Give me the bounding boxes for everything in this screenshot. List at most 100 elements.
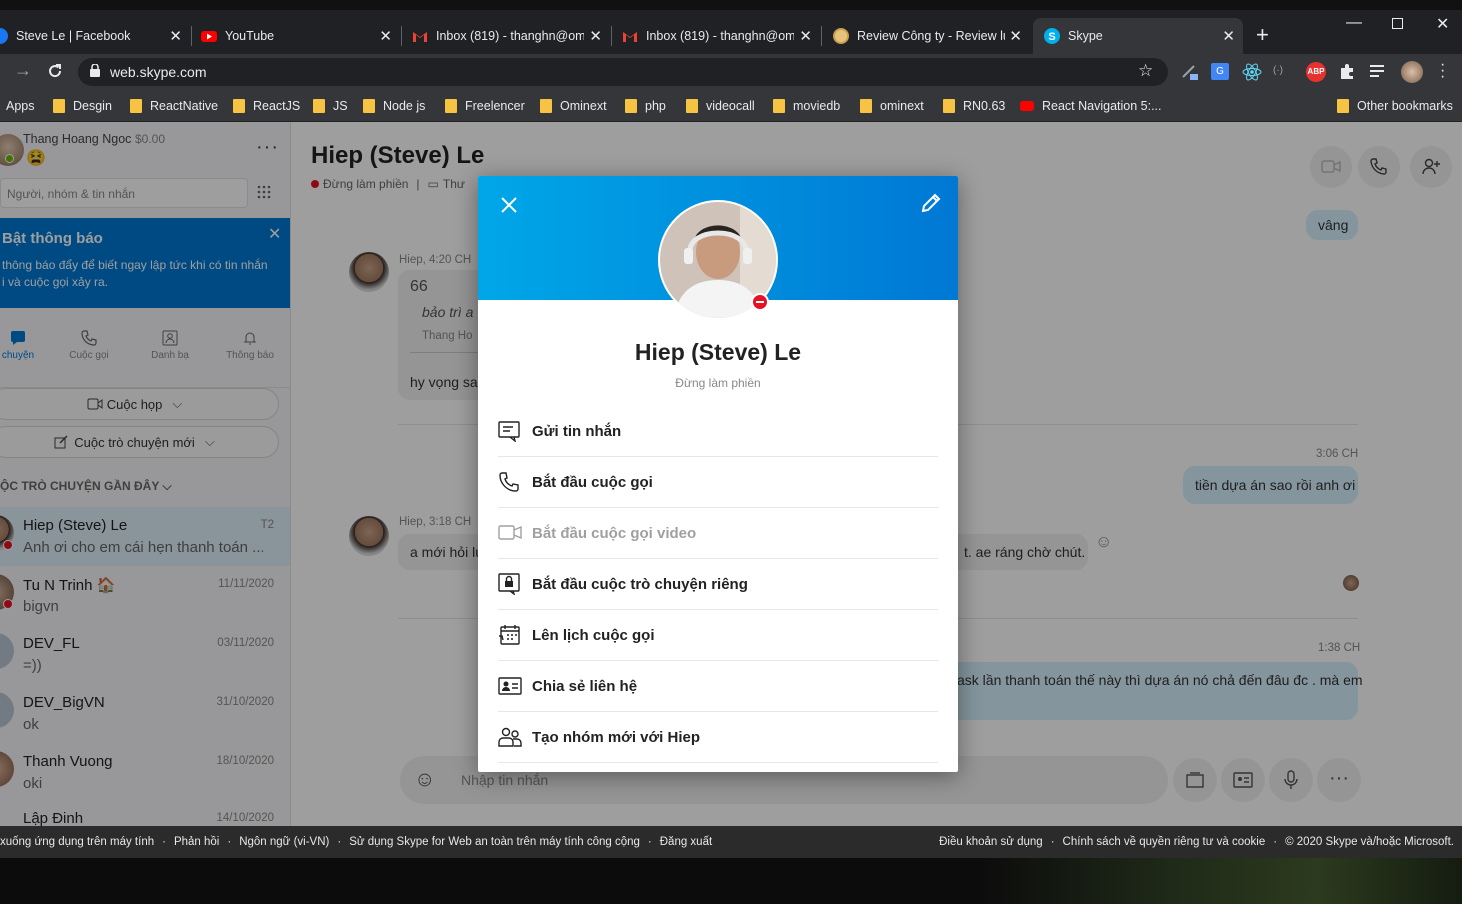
bookmark-label: JS: [333, 99, 348, 113]
minimize-icon[interactable]: —: [1346, 14, 1362, 32]
facebook-icon: [0, 28, 8, 44]
youtube-icon: [201, 28, 217, 44]
extensions-puzzle-icon[interactable]: [1338, 62, 1356, 80]
bookmark-folder[interactable]: videocall: [686, 96, 755, 116]
bookmark-label: Desgin: [73, 99, 112, 113]
dnd-status-icon: [751, 293, 769, 311]
footer-link[interactable]: Sử dụng Skype for Web an toàn trên máy t…: [349, 836, 640, 848]
bookmark-label: Apps: [6, 99, 35, 113]
translate-icon[interactable]: G: [1211, 63, 1229, 80]
new-tab-icon[interactable]: +: [1256, 24, 1269, 46]
bookmark-label: moviedb: [793, 99, 841, 113]
bookmark-label: videocall: [706, 99, 755, 113]
footer-link[interactable]: Ngôn ngữ (vi-VN): [239, 836, 329, 848]
close-tab-icon[interactable]: ✕: [1009, 27, 1022, 45]
forward-icon[interactable]: →: [14, 60, 32, 81]
bookmark-label: php: [645, 99, 666, 113]
footer-dot: ·: [1050, 836, 1055, 848]
close-tab-icon[interactable]: ✕: [589, 27, 602, 45]
close-tab-icon[interactable]: ✕: [799, 27, 812, 45]
bookmark-label: ReactNative: [150, 99, 219, 113]
close-window-icon[interactable]: ✕: [1436, 14, 1449, 34]
bookmark-label: Ominext: [560, 99, 607, 113]
footer-dot: ·: [647, 836, 652, 848]
close-tab-icon[interactable]: ✕: [1222, 27, 1235, 45]
url-field[interactable]: web.skype.com ☆: [78, 58, 1168, 86]
bookmark-apps[interactable]: Apps: [6, 96, 35, 116]
bookmark-folder[interactable]: ominext: [860, 96, 924, 116]
close-tab-icon[interactable]: ✕: [379, 27, 392, 45]
group-icon: [498, 725, 532, 749]
footer-link[interactable]: Đăng xuất: [660, 836, 712, 848]
bookmark-folder[interactable]: ReactJS: [233, 96, 300, 116]
action-label: Gửi tin nhắn: [532, 422, 622, 440]
bookmark-folder[interactable]: php: [625, 96, 666, 116]
folder-icon: [860, 99, 872, 113]
footer-link[interactable]: Chính sách về quyền riêng tư và cookie: [1063, 836, 1266, 848]
bookmark-react-navigation[interactable]: React Navigation 5:...: [1020, 96, 1162, 116]
bookmark-folder[interactable]: Desgin: [53, 96, 112, 116]
bookmark-label: Node js: [383, 99, 426, 113]
profile-avatar[interactable]: [1401, 61, 1423, 83]
gmail-icon: [412, 28, 428, 44]
tab-gmail-2[interactable]: Inbox (819) - thanghn@om ✕: [612, 18, 820, 54]
folder-icon: [313, 99, 325, 113]
tab-facebook[interactable]: Steve Le | Facebook ✕: [0, 18, 190, 54]
folder-icon: [363, 99, 375, 113]
message-icon: [498, 419, 532, 443]
tab-gmail-1[interactable]: Inbox (819) - thanghn@om ✕: [402, 18, 610, 54]
url-text: web.skype.com: [110, 64, 207, 80]
bookmark-folder[interactable]: ReactNative: [130, 96, 218, 116]
other-bookmarks[interactable]: Other bookmarks: [1337, 96, 1453, 116]
action-label: Lên lịch cuộc gọi: [532, 626, 655, 644]
footer-copyright: © 2020 Skype và/hoặc Microsoft.: [1285, 836, 1454, 848]
send-message-action[interactable]: Gửi tin nhắn: [498, 406, 938, 457]
bookmark-folder[interactable]: Ominext: [540, 96, 607, 116]
bookmark-label: ReactJS: [253, 99, 301, 113]
private-chat-action[interactable]: Bắt đầu cuộc trò chuyện riêng: [498, 559, 938, 610]
share-contact-action[interactable]: Chia sẻ liên hệ: [498, 661, 938, 712]
footer-link[interactable]: xuống ứng dụng trên máy tính: [0, 836, 154, 848]
folder-icon: [773, 99, 785, 113]
bookmark-folder[interactable]: RN0.63: [943, 96, 1005, 116]
folder-icon: [53, 99, 65, 113]
tab-youtube[interactable]: YouTube ✕: [192, 18, 400, 54]
tab-review[interactable]: Review Công ty - Review lư ✕: [822, 18, 1030, 54]
svg-text:S: S: [1048, 31, 1055, 43]
folder-icon: [130, 99, 142, 113]
bookmark-folder[interactable]: JS: [313, 96, 348, 116]
close-tab-icon[interactable]: ✕: [169, 27, 182, 45]
action-label: Bắt đầu cuộc gọi: [532, 473, 653, 491]
bookmark-folder[interactable]: Freelencer: [445, 96, 525, 116]
edit-pencil-icon[interactable]: [920, 192, 942, 214]
extension-cast-icon[interactable]: [1180, 62, 1200, 82]
folder-icon: [686, 99, 698, 113]
create-group-action[interactable]: Tạo nhóm mới với Hiep: [498, 712, 938, 763]
maximize-icon[interactable]: [1392, 18, 1403, 29]
extension-icon[interactable]: (·): [1273, 65, 1283, 76]
footer-link[interactable]: Phản hồi: [174, 836, 219, 848]
modal-contact-status: Đừng làm phiền: [675, 376, 761, 390]
bookmark-label: RN0.63: [963, 99, 1006, 113]
bookmark-star-icon[interactable]: ☆: [1138, 61, 1153, 81]
bookmark-folder[interactable]: Node js: [363, 96, 425, 116]
react-devtools-icon[interactable]: [1242, 62, 1262, 82]
bookmark-label: Freelencer: [465, 99, 525, 113]
tab-title: Skype: [1068, 29, 1103, 43]
footer-dot: ·: [162, 836, 166, 848]
wallpaper-foliage: [980, 858, 1462, 904]
reload-icon[interactable]: [46, 62, 64, 80]
start-call-action[interactable]: Bắt đầu cuộc gọi: [498, 457, 938, 508]
adblock-icon[interactable]: ABP: [1306, 62, 1326, 82]
footer-link[interactable]: Điều khoản sử dụng: [939, 836, 1043, 848]
schedule-call-action[interactable]: Lên lịch cuộc gọi: [498, 610, 938, 661]
browser-menu-icon[interactable]: · · ·: [1440, 57, 1445, 85]
reading-list-icon[interactable]: [1370, 64, 1388, 78]
close-icon[interactable]: [500, 196, 518, 214]
tab-skype[interactable]: S Skype ✕: [1033, 18, 1243, 54]
tab-title: Review Công ty - Review lư: [857, 29, 1005, 43]
bookmark-folder[interactable]: moviedb: [773, 96, 840, 116]
action-label: Tạo nhóm mới với Hiep: [532, 728, 701, 746]
video-icon: [498, 521, 532, 545]
footer-dot: ·: [1273, 836, 1278, 848]
